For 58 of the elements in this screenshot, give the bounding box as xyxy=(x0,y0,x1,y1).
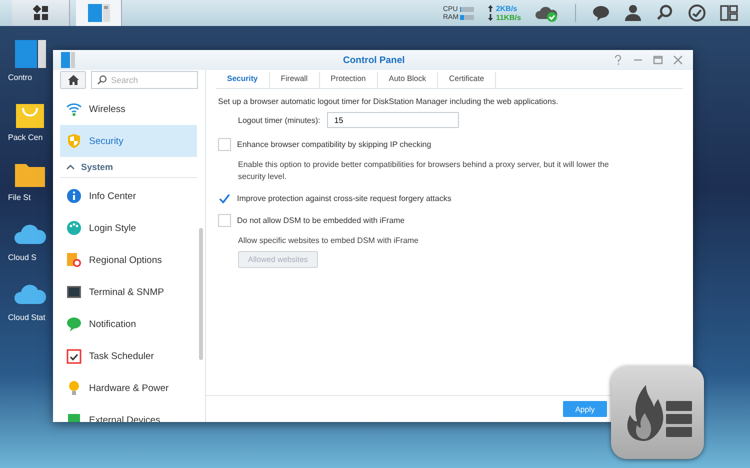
sidebar-item[interactable]: Security xyxy=(60,125,197,157)
sidebar-item[interactable]: Login Style xyxy=(60,212,197,244)
home-icon xyxy=(68,75,78,85)
up-arrow-icon xyxy=(488,5,493,12)
info-icon xyxy=(66,188,82,204)
chevron-up-icon xyxy=(66,164,75,170)
control-panel-icon xyxy=(88,4,110,22)
checkbox[interactable] xyxy=(218,138,231,150)
home-button[interactable] xyxy=(60,71,86,89)
search-icon[interactable] xyxy=(656,4,674,22)
wifi-icon xyxy=(66,101,82,117)
ram-meter xyxy=(460,14,474,20)
control-panel-icon xyxy=(61,52,75,68)
desktop-icon-label: File St xyxy=(8,193,32,203)
terminal-icon xyxy=(66,284,82,300)
desktop-icon-label: Cloud S xyxy=(8,253,38,263)
checkbox-label: Enhance browser compatibility by skipping IP checking xyxy=(237,140,432,148)
desktop-icon-label: Pack Cen xyxy=(8,133,44,143)
sidebar-item[interactable]: Notification xyxy=(60,308,197,340)
search-field[interactable]: Search xyxy=(91,71,198,89)
sidebar-item[interactable]: Terminal & SNMP xyxy=(60,276,197,308)
gauge-icon[interactable] xyxy=(688,4,706,22)
section-header[interactable]: System xyxy=(60,157,197,178)
field-label: Logout timer (minutes): xyxy=(238,116,320,124)
help-icon[interactable] xyxy=(613,55,623,65)
control-panel-taskbar-button[interactable] xyxy=(76,0,122,26)
checkmark-icon xyxy=(219,192,230,204)
sidebar-item[interactable]: Regional Options xyxy=(60,244,197,276)
checkbox-label: Do not allow DSM to be embedded with iFrame xyxy=(237,216,405,224)
description-text: Set up a browser automatic logout timer for DiskStation Manager including the web applications. xyxy=(218,97,560,106)
sidebar-item[interactable]: Info Center xyxy=(60,180,197,212)
checkbox[interactable] xyxy=(218,214,231,226)
main-menu-button[interactable] xyxy=(12,0,70,26)
checkbox-label: Improve protection against cross-site request forgery attacks xyxy=(237,194,452,202)
scrollbar[interactable] xyxy=(199,228,203,360)
logout-timer-field[interactable]: 15 xyxy=(327,112,460,128)
calendar-icon xyxy=(66,348,82,364)
chat-icon xyxy=(66,316,82,332)
hint-text: Allow specific websites to embed DSM with iFrame xyxy=(238,235,420,247)
desktop-icon-label: Contro xyxy=(8,73,34,83)
grid-icon xyxy=(32,5,48,21)
hint-text: Enable this option to provide better compatibilities for browsers behind a proxy server, but it will lower the security level. xyxy=(238,159,610,183)
close-icon[interactable] xyxy=(673,55,683,65)
cpu-meter xyxy=(460,6,474,12)
sidebar-item[interactable]: Task Scheduler xyxy=(60,340,197,372)
sidebar-item[interactable]: Wireless xyxy=(60,93,197,125)
down-arrow-icon xyxy=(488,14,493,21)
maximize-icon[interactable] xyxy=(653,55,663,65)
sidebar-item[interactable]: Hardware & Power xyxy=(60,372,197,404)
window-title: Control Panel xyxy=(343,54,405,66)
palette-icon xyxy=(66,220,82,236)
user-icon[interactable] xyxy=(624,4,642,22)
widgets-icon[interactable] xyxy=(720,4,738,22)
section-label: System xyxy=(81,162,114,172)
desktop-icon-label: Cloud Stat xyxy=(8,313,46,323)
shield-icon xyxy=(66,133,82,149)
chat-icon[interactable] xyxy=(592,4,610,22)
bulb-icon xyxy=(66,380,82,396)
